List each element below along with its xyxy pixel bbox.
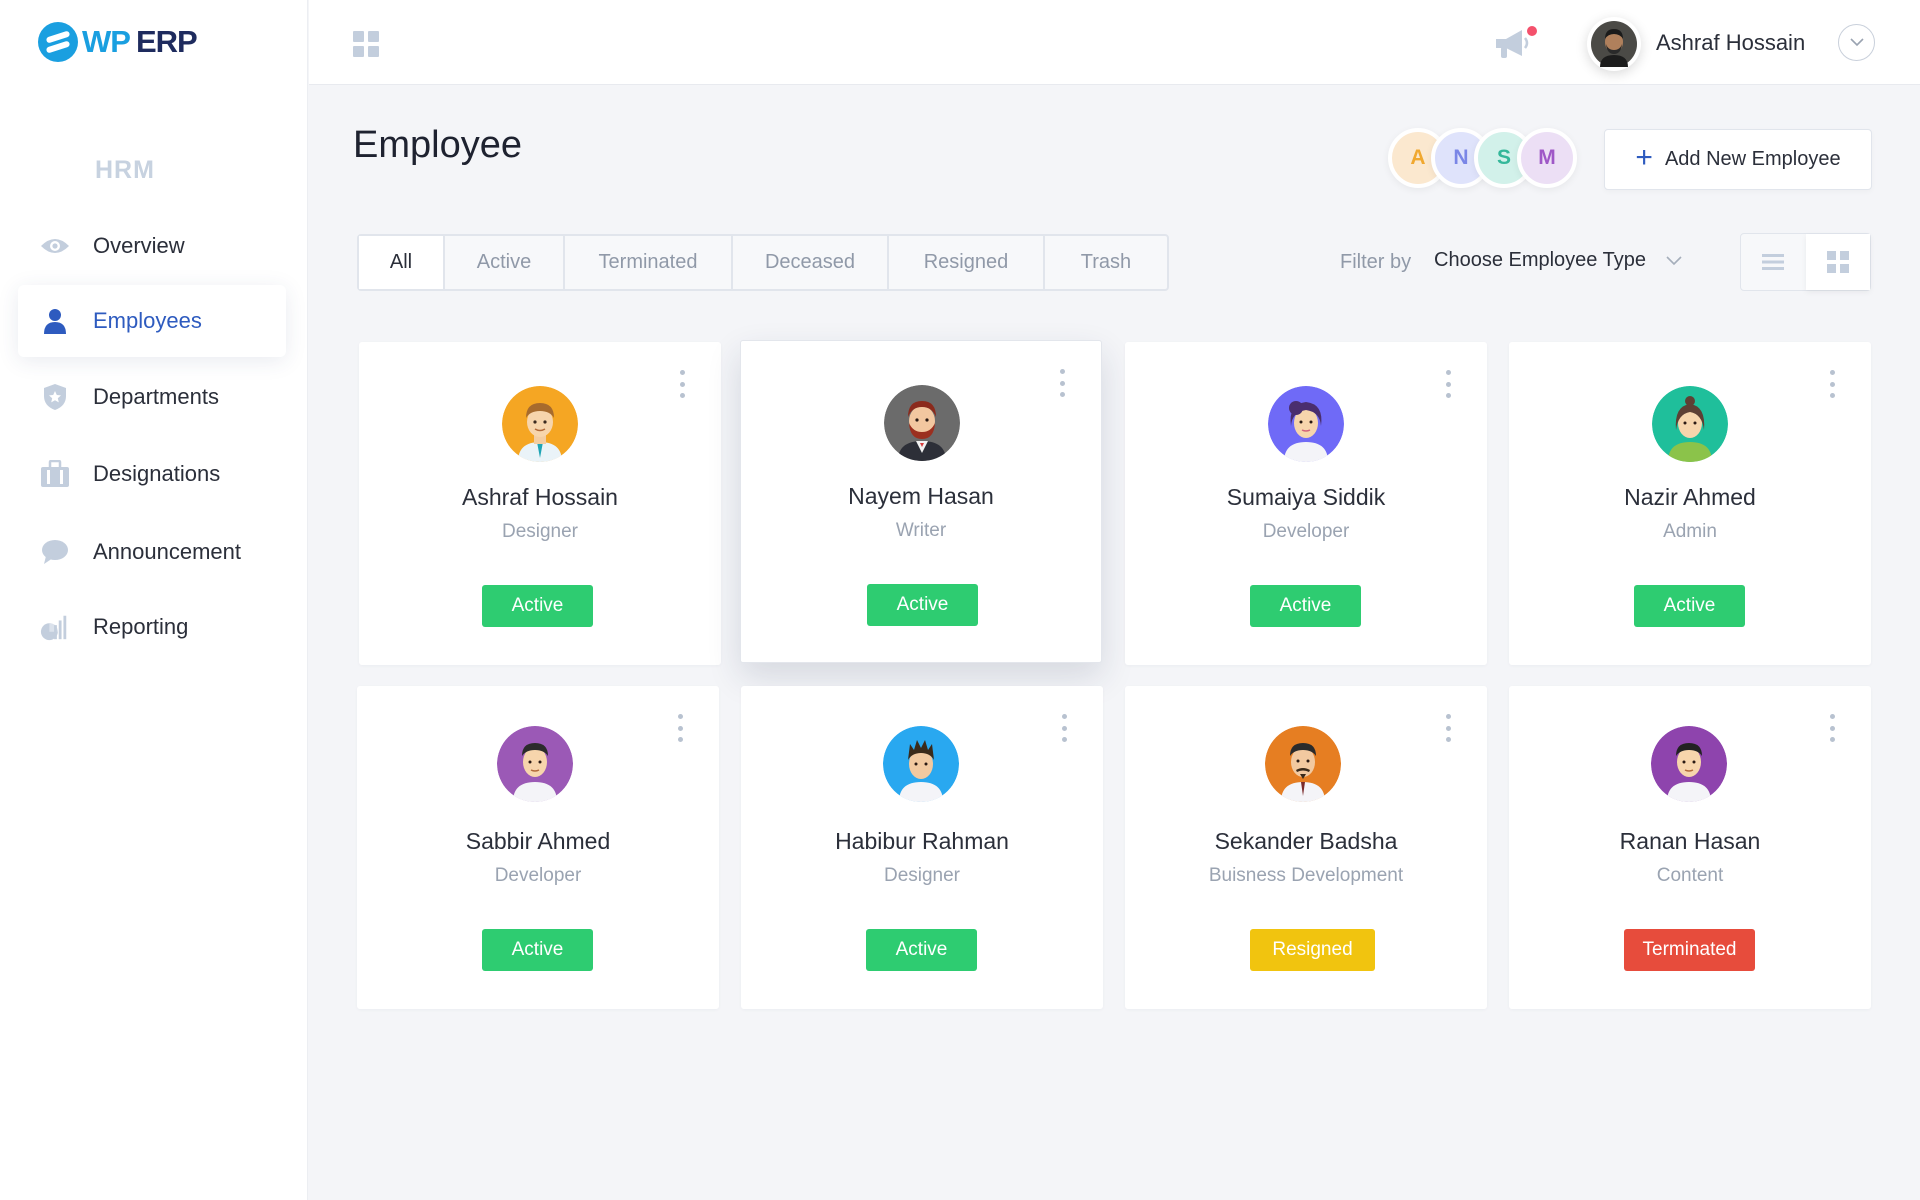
status-badge: Active xyxy=(866,929,977,971)
wp-erp-logo[interactable]: WP ERP xyxy=(38,22,198,62)
employee-avatar xyxy=(1652,386,1728,462)
sidebar: WP ERP HRM Overview Employees Departments xyxy=(0,0,308,1200)
sidebar-item-label: Employees xyxy=(93,308,202,333)
view-toggle xyxy=(1740,233,1871,291)
status-badge: Resigned xyxy=(1250,929,1375,971)
sidebar-section-label: HRM xyxy=(95,156,155,184)
logo-wp-text: WP xyxy=(82,24,131,59)
employee-avatar xyxy=(1651,726,1727,802)
employee-card[interactable]: Sekander Badsha Buisness Development Res… xyxy=(1125,686,1487,1009)
logo-mark-icon xyxy=(38,22,78,62)
chevron-down-icon[interactable] xyxy=(1838,24,1875,61)
employee-name: Nayem Hasan xyxy=(848,483,994,509)
tab-active[interactable]: Active xyxy=(445,236,565,289)
employee-name: Habibur Rahman xyxy=(835,828,1009,854)
sidebar-item-designations[interactable]: Designations xyxy=(18,438,286,510)
employee-role: Designer xyxy=(883,865,961,886)
employee-avatar xyxy=(497,726,573,802)
sidebar-item-departments[interactable]: Departments xyxy=(18,361,286,433)
employee-role: Developer xyxy=(1262,521,1350,542)
employee-role: Developer xyxy=(494,865,582,886)
notification-dot xyxy=(1525,24,1539,38)
sidebar-item-label: Reporting xyxy=(93,614,189,639)
employee-avatar xyxy=(884,385,960,461)
sidebar-item-label: Announcement xyxy=(93,539,241,564)
employee-role: Admin xyxy=(1663,521,1717,542)
filter-label: Filter by xyxy=(1340,251,1412,273)
status-badge: Active xyxy=(482,585,593,627)
user-icon xyxy=(40,306,70,336)
employee-role: Content xyxy=(1656,865,1724,886)
employee-type-select[interactable]: Choose Employee Type xyxy=(1434,249,1682,272)
grid-view-icon xyxy=(1826,251,1849,273)
more-vertical-icon[interactable] xyxy=(1442,370,1454,398)
plus-icon: + xyxy=(1635,141,1653,174)
user-name[interactable]: Ashraf Hossain xyxy=(1656,30,1805,56)
more-vertical-icon[interactable] xyxy=(1826,714,1838,742)
tab-trash[interactable]: Trash xyxy=(1045,236,1167,289)
tab-all[interactable]: All xyxy=(359,236,445,289)
chat-bubble-icon xyxy=(40,537,70,567)
sidebar-item-reporting[interactable]: Reporting xyxy=(18,591,286,663)
status-tabs: All Active Terminated Deceased Resigned … xyxy=(357,234,1169,291)
list-view-icon xyxy=(1762,254,1785,270)
sidebar-item-label: Designations xyxy=(93,461,221,486)
employee-avatar xyxy=(1265,726,1341,802)
employee-avatar xyxy=(502,386,578,462)
more-vertical-icon[interactable] xyxy=(1826,370,1838,398)
shield-icon xyxy=(40,382,70,412)
status-badge: Terminated xyxy=(1624,929,1755,971)
tab-resigned[interactable]: Resigned xyxy=(889,236,1045,289)
sidebar-item-label: Overview xyxy=(93,233,185,258)
more-vertical-icon[interactable] xyxy=(1056,369,1068,397)
employee-card[interactable]: Ranan Hasan Content Terminated xyxy=(1509,686,1871,1009)
stack-avatar[interactable]: M xyxy=(1517,128,1577,188)
add-new-employee-label: Add New Employee xyxy=(1664,148,1841,170)
sidebar-item-overview[interactable]: Overview xyxy=(18,210,286,282)
more-vertical-icon[interactable] xyxy=(1058,714,1070,742)
more-vertical-icon[interactable] xyxy=(676,370,688,398)
report-chart-icon xyxy=(40,612,70,642)
employee-card[interactable]: Sabbir Ahmed Developer Active xyxy=(357,686,719,1009)
list-view-button[interactable] xyxy=(1741,234,1806,290)
employee-name: Sekander Badsha xyxy=(1214,828,1398,854)
more-vertical-icon[interactable] xyxy=(674,714,686,742)
page-title: Employee xyxy=(353,124,522,166)
grid-view-button[interactable] xyxy=(1805,234,1870,290)
briefcase-icon xyxy=(40,459,70,489)
employee-type-select-value: Choose Employee Type xyxy=(1434,249,1646,271)
user-avatar[interactable] xyxy=(1587,17,1641,71)
employee-name: Sabbir Ahmed xyxy=(465,828,611,854)
employee-card[interactable]: Nayem Hasan Writer Active xyxy=(740,340,1102,663)
sidebar-item-employees[interactable]: Employees xyxy=(18,285,286,357)
employee-role: Writer xyxy=(895,520,947,541)
employee-name: Sumaiya Siddik xyxy=(1226,484,1386,510)
employee-role: Designer xyxy=(501,521,579,542)
employee-name: Nazir Ahmed xyxy=(1624,484,1756,510)
logo-erp-text: ERP xyxy=(135,24,198,59)
top-bar: Ashraf Hossain xyxy=(309,0,1920,85)
add-new-employee-button[interactable]: + Add New Employee xyxy=(1604,129,1872,190)
sidebar-item-announcement[interactable]: Announcement xyxy=(18,516,286,588)
tab-terminated[interactable]: Terminated xyxy=(565,236,733,289)
employee-card[interactable]: Sumaiya Siddik Developer Active xyxy=(1125,342,1487,665)
tab-deceased[interactable]: Deceased xyxy=(733,236,889,289)
employee-name: Ashraf Hossain xyxy=(462,484,618,510)
apps-grid-icon[interactable] xyxy=(353,31,379,57)
status-badge: Active xyxy=(1250,585,1361,627)
sidebar-item-label: Departments xyxy=(93,384,219,409)
status-badge: Active xyxy=(482,929,593,971)
status-badge: Active xyxy=(867,584,978,626)
employee-card[interactable]: Ashraf Hossain Designer Active xyxy=(359,342,721,665)
employee-name: Ranan Hasan xyxy=(1619,828,1761,854)
chevron-down-icon xyxy=(1666,249,1682,272)
employee-role: Buisness Development xyxy=(1208,865,1404,886)
employee-avatar xyxy=(883,726,959,802)
employee-card[interactable]: Habibur Rahman Designer Active xyxy=(741,686,1103,1009)
employee-avatar xyxy=(1268,386,1344,462)
employee-card[interactable]: Nazir Ahmed Admin Active xyxy=(1509,342,1871,665)
more-vertical-icon[interactable] xyxy=(1442,714,1454,742)
eye-icon xyxy=(40,231,70,261)
status-badge: Active xyxy=(1634,585,1745,627)
